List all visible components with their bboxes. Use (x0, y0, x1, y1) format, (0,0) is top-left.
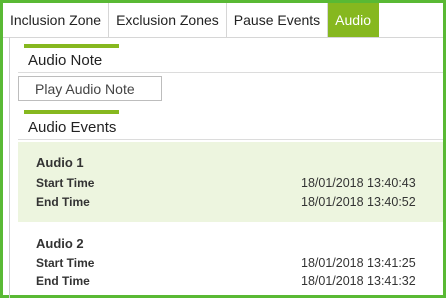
audio-events-title: Audio Events (28, 119, 117, 136)
start-time-label: Start Time (36, 176, 95, 190)
frame-border-left (0, 0, 3, 298)
tab-audio[interactable]: Audio (328, 3, 379, 37)
audio-event-name: Audio 1 (36, 155, 84, 170)
content-left-rule (9, 37, 10, 298)
end-time-label: End Time (36, 195, 90, 209)
audio-events-accent-bar (24, 110, 119, 114)
audio-panel: Inclusion Zone Exclusion Zones Pause Eve… (0, 0, 446, 298)
tab-inclusion-zone[interactable]: Inclusion Zone (3, 3, 110, 37)
tab-bar: Inclusion Zone Exclusion Zones Pause Eve… (3, 3, 443, 38)
tab-bar-filler (379, 3, 443, 37)
audio-note-divider (18, 72, 443, 73)
audio-event-row[interactable]: Audio 2 Start Time 18/01/2018 13:41:25 E… (18, 224, 443, 298)
end-time-value: 18/01/2018 13:40:52 (301, 195, 416, 209)
tab-exclusion-zones[interactable]: Exclusion Zones (109, 3, 227, 37)
start-time-value: 18/01/2018 13:40:43 (301, 176, 416, 190)
audio-events-divider (18, 139, 443, 140)
start-time-value: 18/01/2018 13:41:25 (301, 256, 416, 270)
end-time-label: End Time (36, 274, 90, 288)
audio-event-row[interactable]: Audio 1 Start Time 18/01/2018 13:40:43 E… (18, 142, 443, 222)
end-time-value: 18/01/2018 13:41:32 (301, 274, 416, 288)
tab-pause-events[interactable]: Pause Events (227, 3, 329, 37)
start-time-label: Start Time (36, 256, 95, 270)
audio-event-name: Audio 2 (36, 236, 84, 251)
play-audio-note-button[interactable]: Play Audio Note (18, 76, 162, 101)
audio-note-title: Audio Note (28, 52, 103, 69)
audio-note-accent-bar (24, 44, 119, 48)
